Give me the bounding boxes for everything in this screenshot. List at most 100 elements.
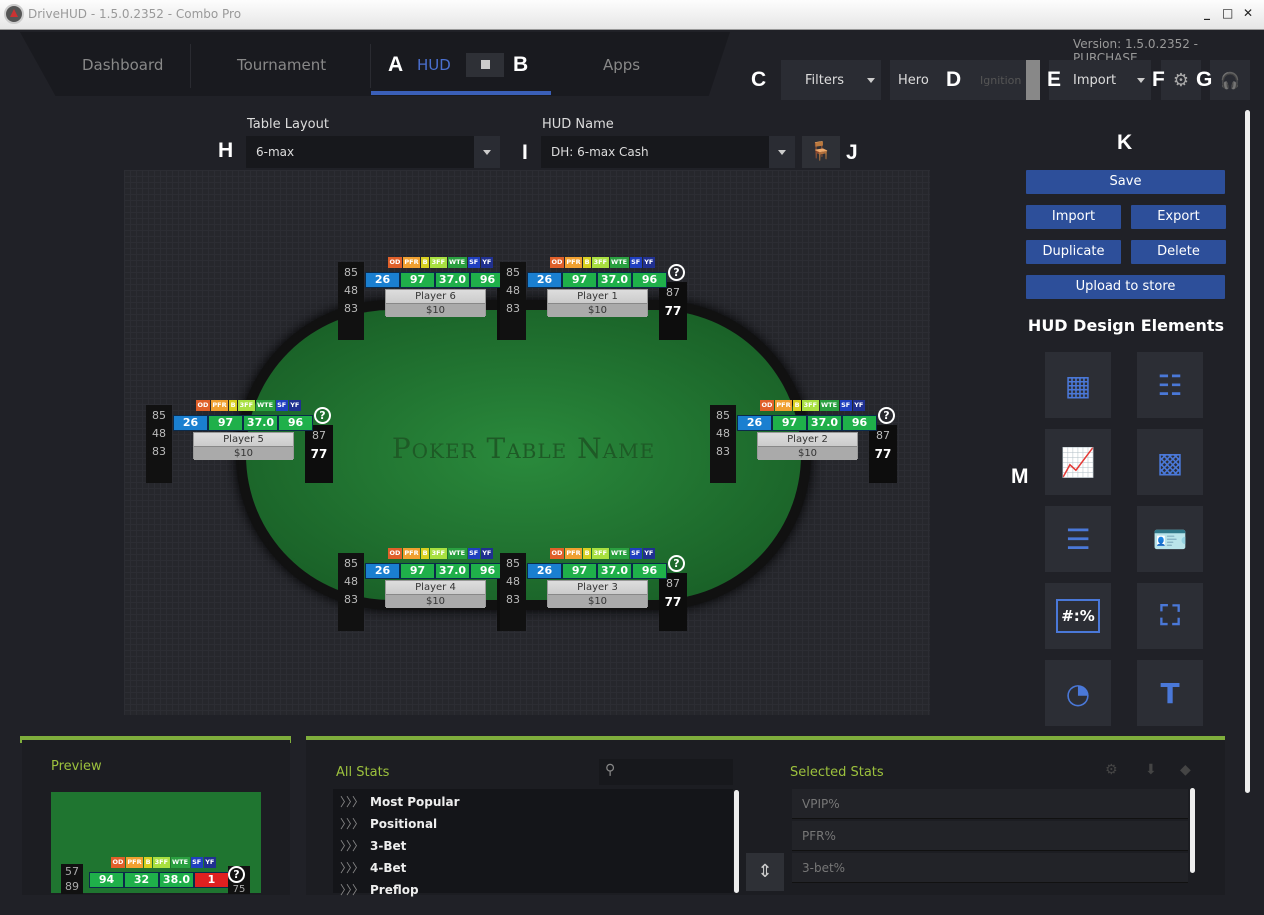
hud-stat-cell[interactable]: 37.0 [598,273,631,287]
hud-stat-cell[interactable]: 26 [738,416,771,430]
move-stat-icon[interactable]: ⬇ [1145,762,1157,778]
player-name-box[interactable]: Player 1 $10 [547,289,648,317]
help-icon[interactable]: ? [314,407,331,424]
duplicate-button[interactable]: Duplicate [1026,240,1121,264]
player-name-box[interactable]: Player 5 $10 [193,432,294,460]
stat-badge: SF [467,257,480,268]
maximize-button[interactable]: □ [1222,6,1233,20]
player-hud[interactable]: 854883 8777 ODPFRB3FFWTESFYF 269737.096 … [338,257,525,340]
tab-hud[interactable]: HUD [417,56,451,74]
hud-stat-cell[interactable]: 97 [401,273,434,287]
hud-badges: OD PFR B 3FF WTE SF YF [550,548,655,559]
stat-category[interactable]: 〉〉〉 4-Bet [340,859,406,876]
hud-stat-row[interactable]: 26 97 37.0 96 [527,563,667,579]
hud-stat-cell[interactable]: 37.0 [598,564,631,578]
selected-stats-scrollbar[interactable] [1190,788,1195,873]
tab-apps[interactable]: Apps [603,56,640,74]
hud-stat-cell[interactable]: 97 [209,416,242,430]
help-icon[interactable]: ? [668,555,685,572]
help-icon[interactable]: ? [878,407,895,424]
player-name-box[interactable]: Player 4 $10 [385,580,486,608]
hud-name-dropdown-button[interactable] [769,136,795,168]
hud-stat-cell[interactable]: 96 [633,564,666,578]
table-layout-select[interactable]: 6-max [246,136,500,168]
selected-stat-item[interactable]: 3-bet% [792,853,1188,883]
selected-stat-item[interactable]: VPIP% [792,789,1188,819]
hud-stat-cell[interactable]: 26 [528,564,561,578]
hud-stat-cell[interactable]: 97 [563,273,596,287]
design-element-tile[interactable]: 🪪 [1137,506,1203,572]
player-name: Player 1 [577,291,618,302]
hud-stat-cell[interactable]: 97 [773,416,806,430]
hud-stat-row[interactable]: 26 97 37.0 96 [527,272,667,288]
hud-stat-cell[interactable]: 26 [528,273,561,287]
tab-tournament[interactable]: Tournament [237,56,326,74]
hud-stat-row[interactable]: 26 97 37.0 96 [737,415,877,431]
help-icon[interactable]: ? [668,264,685,281]
hud-stat-cell[interactable]: 96 [279,416,312,430]
hud-badges: OD PFR B 3FF WTE SF YF [388,548,493,559]
player-hud[interactable]: 854883 8777 ODPFRB3FFWTESFYF 269737.096 … [710,400,897,483]
hud-stat-cell[interactable]: 26 [366,273,399,287]
hud-stat-cell[interactable]: 96 [633,273,666,287]
support-button[interactable]: 🎧 [1210,60,1250,100]
hero-site-selector[interactable]: Hero Ignition [890,60,1040,100]
hud-stat-cell[interactable]: 37.0 [808,416,841,430]
filters-dropdown[interactable]: Filters [781,60,881,100]
all-stats-scrollbar[interactable] [734,790,739,893]
site-dropdown-button[interactable] [1026,60,1040,100]
remove-stat-icon[interactable]: ◆ [1180,762,1191,778]
design-element-tile[interactable]: #:% [1045,583,1111,649]
upload-to-store-button[interactable]: Upload to store [1026,275,1225,299]
design-element-tile[interactable]: ☷ [1137,352,1203,418]
save-button[interactable]: Save [1026,170,1225,194]
export-hud-button[interactable]: Export [1131,205,1226,229]
hud-toggle-button[interactable] [466,53,504,77]
settings-stat-icon[interactable]: ⚙ [1105,762,1118,778]
player-name-box[interactable]: Player 2 $10 [757,432,858,460]
hud-name-select[interactable]: DH: 6-max Cash [541,136,795,168]
hud-stat-cell[interactable]: 97 [563,564,596,578]
main-scrollbar[interactable] [1245,110,1250,793]
line-break-button[interactable]: ⇕ [746,853,784,891]
player-hud[interactable]: 854883 8777 ODPFRB3FFWTESFYF 269737.096 … [500,548,687,631]
hud-stat-cell[interactable]: 37.0 [436,273,469,287]
design-element-tile[interactable]: ⛶ [1137,583,1203,649]
table-layout-dropdown-button[interactable] [474,136,500,168]
minimize-button[interactable]: _ [1204,6,1210,20]
settings-button[interactable]: ⚙ [1161,60,1201,100]
import-hud-button[interactable]: Import [1026,205,1121,229]
stat-category[interactable]: 〉〉〉 3-Bet [340,837,406,854]
player-name-box[interactable]: Player 6 $10 [385,289,486,317]
hud-stat-row[interactable]: 26 97 37.0 96 [365,272,505,288]
hud-stat-cell[interactable]: 37.0 [436,564,469,578]
design-element-tile[interactable]: ▦ [1045,352,1111,418]
design-element-tile[interactable]: 📈 [1045,429,1111,495]
player-hud[interactable]: 854883 8777 ODPFRB3FFWTESFYF 269737.096 … [500,257,687,340]
delete-button[interactable]: Delete [1131,240,1226,264]
import-dropdown[interactable]: Import [1049,60,1151,100]
tab-dashboard[interactable]: Dashboard [82,56,163,74]
hud-stat-cell[interactable]: 26 [366,564,399,578]
hud-stat-row[interactable]: 26 97 37.0 96 [365,563,505,579]
hud-stat-cell[interactable]: 96 [843,416,876,430]
hud-stat-cell[interactable]: 97 [401,564,434,578]
design-element-tile[interactable]: ▩ [1137,429,1203,495]
player-hud[interactable]: 854883 8777 ODPFRB3FFWTESFYF 269737.096 … [146,400,333,483]
filters-label: Filters [805,72,844,88]
design-element-tile[interactable]: ☰ [1045,506,1111,572]
close-button[interactable]: ✕ [1243,6,1253,20]
stat-category[interactable]: 〉〉〉 Positional [340,815,437,832]
selected-stat-item[interactable]: PFR% [792,821,1188,851]
player-hud[interactable]: 854883 8777 ODPFRB3FFWTESFYF 269737.096 … [338,548,525,631]
stat-category[interactable]: 〉〉〉 Most Popular [340,793,460,810]
design-element-tile[interactable]: ◔ [1045,660,1111,726]
stats-search-input[interactable]: ⚲ [599,759,733,785]
hud-stat-cell[interactable]: 37.0 [244,416,277,430]
player-name-box[interactable]: Player 3 $10 [547,580,648,608]
seat-button[interactable]: 🪑 [802,136,840,168]
hud-stat-row[interactable]: 26 97 37.0 96 [173,415,313,431]
hud-stat-cell[interactable]: 26 [174,416,207,430]
stat-category[interactable]: 〉〉〉 Preflop [340,881,419,898]
design-element-tile[interactable]: T [1137,660,1203,726]
